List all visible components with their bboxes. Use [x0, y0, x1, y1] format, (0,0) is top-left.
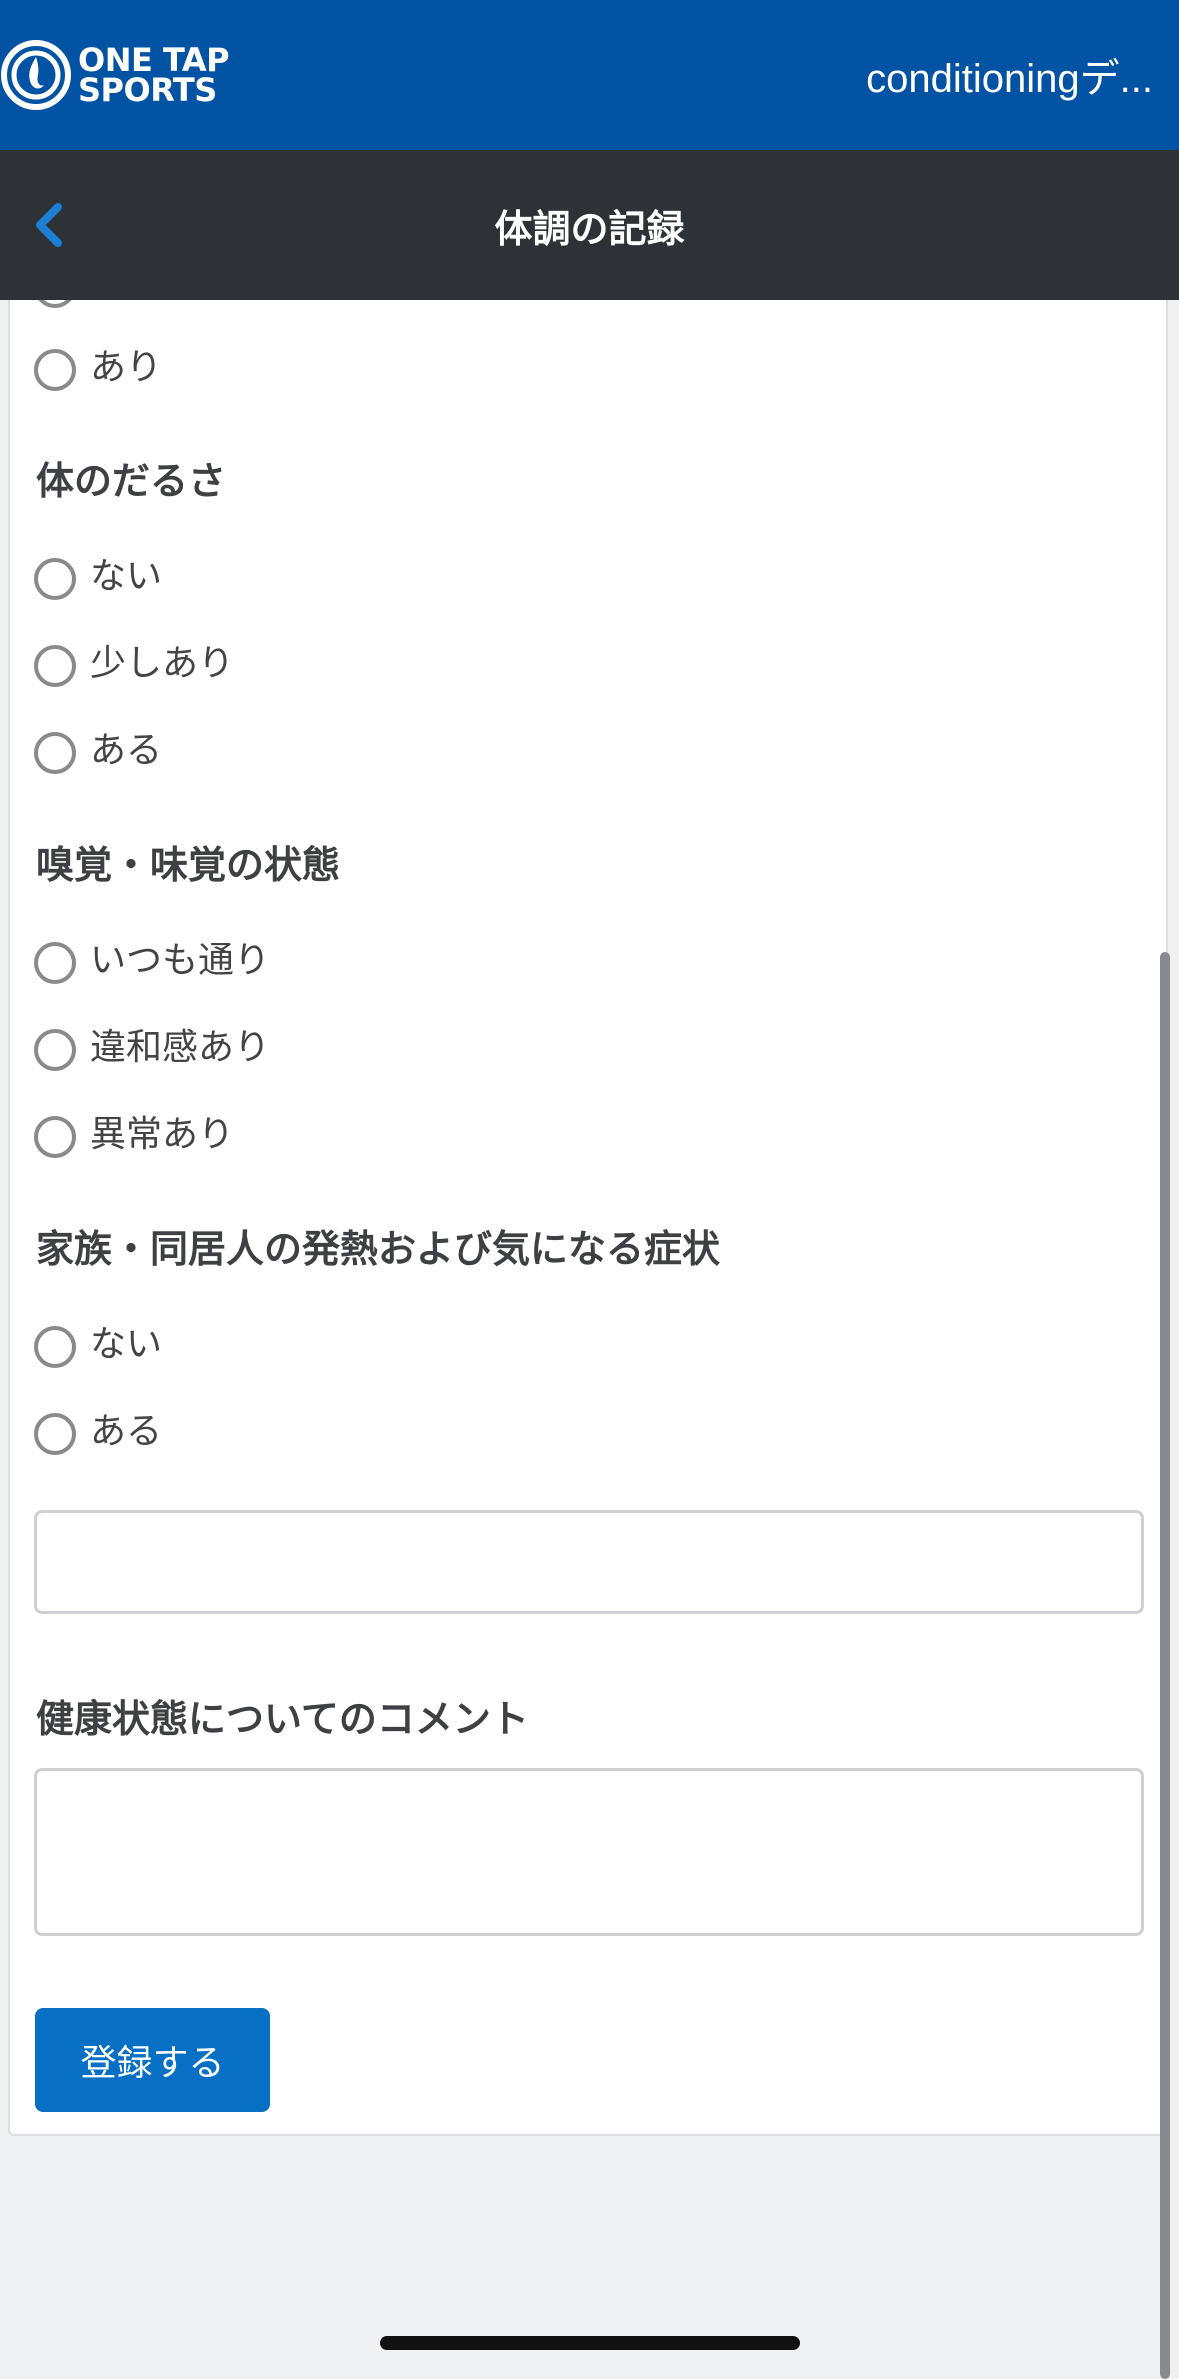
app-logo: ONE TAP SPORTS: [0, 0, 230, 150]
logo-text-line2: SPORTS: [78, 71, 217, 109]
chevron-left-icon: [36, 203, 62, 247]
radio-label: いつも通り: [90, 940, 271, 981]
radio-option[interactable]: あり: [34, 344, 162, 396]
radio-label: 異常あり: [90, 1114, 235, 1155]
radio-label: 違和感あり: [90, 1027, 271, 1068]
radio-button[interactable]: [34, 300, 76, 308]
radio-option[interactable]: 異常あり: [34, 1111, 234, 1163]
app-header: ONE TAP SPORTS conditioningデ...: [0, 0, 1179, 150]
section-title-smell-taste: 嗅覚・味覚の状態: [36, 843, 341, 887]
radio-label: ある: [90, 730, 163, 771]
window-title: conditioningデ...: [866, 57, 1153, 101]
radio-option[interactable]: 違和感あり: [34, 1024, 270, 1076]
submit-button[interactable]: 登録する: [35, 2008, 270, 2112]
radio-button[interactable]: [34, 558, 76, 600]
radio-option[interactable]: 少しあり: [34, 640, 234, 692]
radio-button[interactable]: [34, 645, 76, 687]
radio-button[interactable]: [34, 1413, 76, 1455]
radio-button[interactable]: [34, 732, 76, 774]
section-title-family-symptoms: 家族・同居人の発熱および気になる症状: [36, 1227, 721, 1271]
logo-mark-icon: [1, 40, 71, 110]
radio-label: 少しあり: [90, 643, 235, 684]
symptom-detail-input[interactable]: [34, 1510, 1144, 1614]
radio-button[interactable]: [34, 349, 76, 391]
scrollbar[interactable]: [1160, 952, 1170, 2379]
back-button[interactable]: [18, 195, 78, 255]
section-title-fatigue: 体のだるさ: [36, 459, 227, 503]
radio-label: ない: [90, 556, 163, 597]
radio-label: あり: [90, 347, 163, 388]
radio-option[interactable]: ない: [34, 553, 162, 605]
page-title: 体調の記録: [494, 206, 685, 251]
form-card: あり 体のだるさ ない 少しあり ある 嗅覚・味覚の状態 いつも通り 違和感あり…: [8, 300, 1168, 2136]
radio-button[interactable]: [34, 1326, 76, 1368]
radio-option[interactable]: ある: [34, 727, 162, 779]
home-indicator[interactable]: [380, 2336, 800, 2350]
radio-option[interactable]: ない: [34, 1321, 162, 1373]
radio-option[interactable]: ある: [34, 1408, 162, 1460]
radio-button[interactable]: [34, 1116, 76, 1158]
nav-bar: 体調の記録: [0, 150, 1179, 300]
radio-label: ない: [90, 1324, 163, 1365]
radio-button[interactable]: [34, 1029, 76, 1071]
radio-label: ある: [90, 1411, 163, 1452]
radio-option[interactable]: いつも通り: [34, 937, 270, 989]
radio-button[interactable]: [34, 942, 76, 984]
section-title-comment: 健康状態についてのコメント: [36, 1697, 529, 1741]
comment-textarea[interactable]: [34, 1768, 1144, 1936]
radio-partial-clip: [34, 300, 80, 310]
